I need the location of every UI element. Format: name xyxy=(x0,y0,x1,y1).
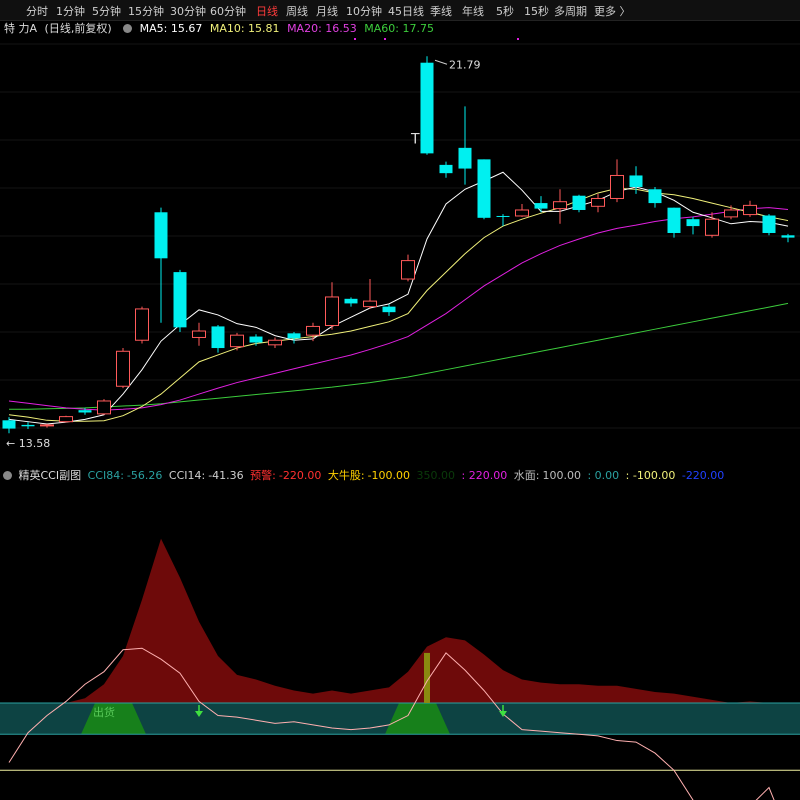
candle[interactable] xyxy=(306,325,320,336)
candle[interactable] xyxy=(743,204,757,216)
tab-5[interactable]: 60分钟 xyxy=(210,3,246,19)
magenta-value: : 220.00 xyxy=(461,469,508,482)
tab-8[interactable]: 月线 xyxy=(316,3,338,19)
candle[interactable] xyxy=(287,333,301,339)
bull-value: -100.00 xyxy=(367,469,411,482)
candle[interactable] xyxy=(135,308,149,341)
candle[interactable] xyxy=(686,219,700,227)
settings-icon[interactable] xyxy=(123,24,133,33)
water-label: 水面: xyxy=(513,469,540,482)
t-marker: T xyxy=(410,131,420,147)
candle[interactable] xyxy=(439,164,453,174)
candle[interactable] xyxy=(401,260,415,280)
tab-10[interactable]: 45日线 xyxy=(388,3,424,19)
candle[interactable] xyxy=(781,235,795,238)
ma5-label: MA5: 15.67 xyxy=(139,22,203,35)
candle[interactable] xyxy=(154,212,168,259)
candle[interactable] xyxy=(705,218,719,236)
max-pointer xyxy=(434,59,448,65)
neg220-value: -220.00 xyxy=(681,469,725,482)
candle[interactable] xyxy=(629,175,643,187)
candle[interactable] xyxy=(667,207,681,233)
tab-16[interactable]: 更多 〉 xyxy=(594,3,631,19)
ma10-label: MA10: 15.81 xyxy=(209,22,280,35)
tab-4[interactable]: 30分钟 xyxy=(170,3,206,19)
candle[interactable] xyxy=(116,350,130,387)
cci84-area xyxy=(9,538,788,703)
candle[interactable] xyxy=(458,147,472,169)
tab-0[interactable]: 分时 xyxy=(26,3,48,19)
candlestick-chart[interactable]: 21.79 ← 13.58 T xyxy=(0,36,800,464)
candle[interactable] xyxy=(724,209,738,218)
exit-label: 出货 xyxy=(93,705,115,719)
cci-panel-header: 精英CCI副图 CCI84: -56.26 CCI14: -41.36 预警: -22… xyxy=(0,467,800,483)
candle[interactable] xyxy=(2,420,16,429)
candle[interactable] xyxy=(648,189,662,204)
cci84-value: -56.26 xyxy=(126,469,163,482)
candle[interactable] xyxy=(363,300,377,308)
period-label: (日线,前复权) xyxy=(44,22,112,35)
signal-dot xyxy=(354,38,356,40)
cci-chart[interactable]: 出货 xyxy=(0,484,800,800)
water-value: 100.00 xyxy=(542,469,581,482)
signal-dot xyxy=(384,38,386,40)
warn-label: 预警: xyxy=(250,469,276,482)
candle[interactable] xyxy=(496,215,510,217)
zero-value: : 0.00 xyxy=(587,469,620,482)
tab-15[interactable]: 多周期 xyxy=(554,3,587,19)
candle[interactable] xyxy=(40,424,54,427)
ma60-label: MA60: 17.75 xyxy=(364,22,434,35)
candle[interactable] xyxy=(572,195,586,210)
candle[interactable] xyxy=(59,416,73,423)
signal-dot xyxy=(517,38,519,40)
candle[interactable] xyxy=(211,326,225,349)
candle[interactable] xyxy=(97,400,111,415)
ma20-label: MA20: 16.53 xyxy=(287,22,357,35)
tab-12[interactable]: 年线 xyxy=(462,3,484,19)
cci-panel-title: 精英CCI副图 xyxy=(18,469,82,482)
candle[interactable] xyxy=(344,298,358,304)
period-tab-bar: 分时 1分钟 5分钟 15分钟 30分钟 60分钟 日线 周线 月线 10分钟 45日线 季线 年线 5秒… xyxy=(0,0,800,21)
candle[interactable] xyxy=(325,296,339,327)
candle[interactable] xyxy=(553,201,567,210)
cci14-value: -41.36 xyxy=(208,469,244,482)
min-price-label: ← 13.58 xyxy=(6,437,50,450)
stock-name: 特 力A xyxy=(4,22,38,35)
hidden-value: 350.00 xyxy=(416,469,456,482)
bull-label: 大牛股: xyxy=(327,469,365,482)
cci14-label: CCI14: xyxy=(168,469,206,482)
max-price-label: 21.79 xyxy=(449,58,481,71)
candle[interactable] xyxy=(249,336,263,343)
warn-value: -220.00 xyxy=(278,469,322,482)
candle[interactable] xyxy=(382,306,396,313)
tab-6[interactable]: 日线 xyxy=(256,3,278,19)
candle[interactable] xyxy=(610,174,624,199)
candle[interactable] xyxy=(78,410,92,413)
tab-2[interactable]: 5分钟 xyxy=(92,3,121,19)
candle[interactable] xyxy=(230,334,244,348)
tab-1[interactable]: 1分钟 xyxy=(56,3,85,19)
candle[interactable] xyxy=(21,424,35,427)
candle[interactable] xyxy=(192,330,206,338)
candle[interactable] xyxy=(515,209,529,217)
tab-14[interactable]: 15秒 xyxy=(524,3,549,19)
panel-settings-icon[interactable] xyxy=(3,471,12,480)
candle[interactable] xyxy=(173,272,187,328)
tab-13[interactable]: 5秒 xyxy=(496,3,514,19)
candle[interactable] xyxy=(268,339,282,346)
neg100-value: : -100.00 xyxy=(625,469,676,482)
candle[interactable] xyxy=(762,215,776,233)
candle[interactable] xyxy=(591,197,605,207)
main-info-bar: 特 力A (日线,前复权) MA5: 15.67 MA10: 15.81 MA2… xyxy=(0,20,800,36)
tab-7[interactable]: 周线 xyxy=(286,3,308,19)
candle[interactable] xyxy=(534,203,548,209)
candle[interactable] xyxy=(420,62,434,154)
tab-11[interactable]: 季线 xyxy=(430,3,452,19)
cci84-label: CCI84: xyxy=(87,469,124,482)
candle[interactable] xyxy=(477,159,491,218)
tab-9[interactable]: 10分钟 xyxy=(346,3,382,19)
tab-3[interactable]: 15分钟 xyxy=(128,3,164,19)
